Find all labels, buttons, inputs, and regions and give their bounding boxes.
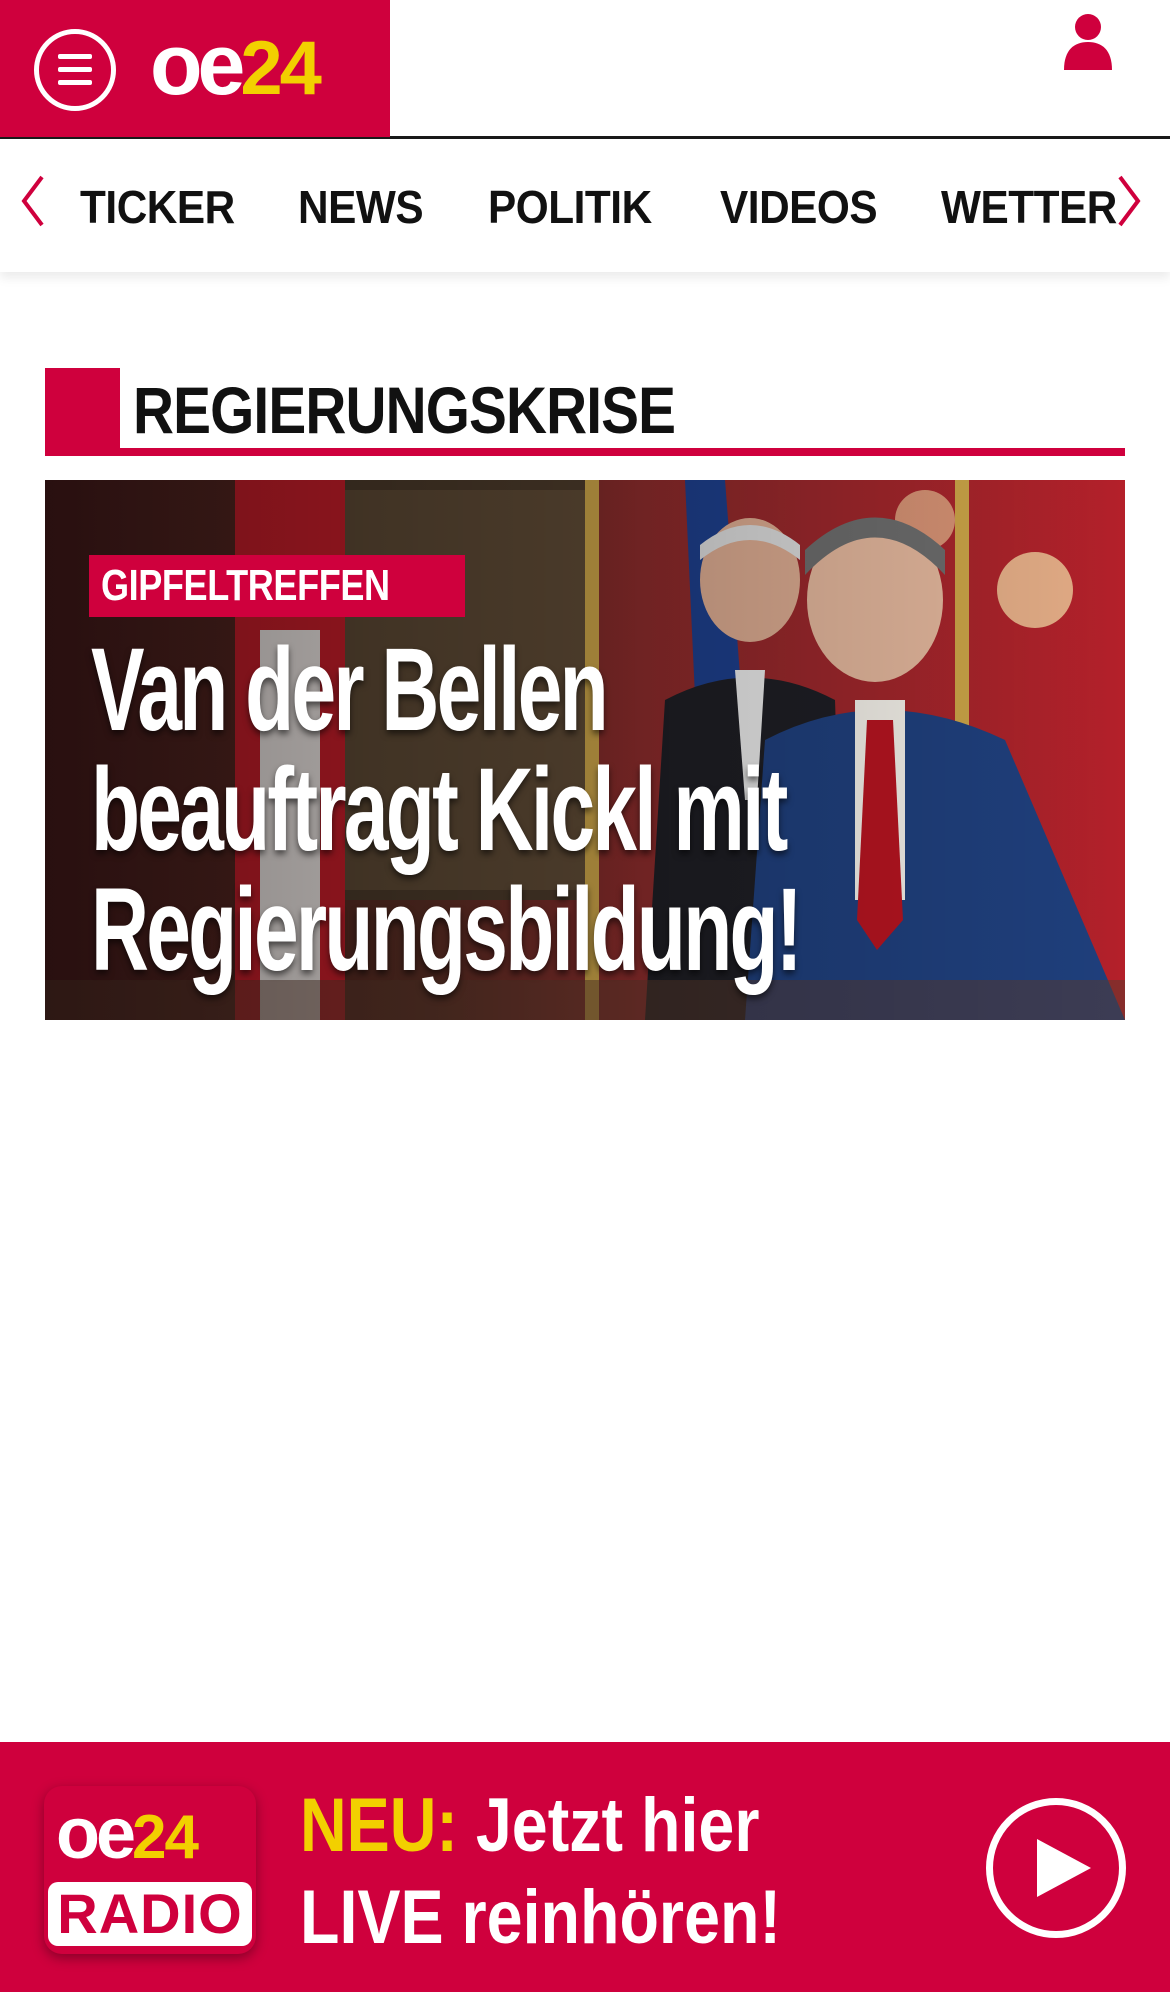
oe24-logo[interactable]: oe 24 xyxy=(150,17,365,113)
radio-logo-oe24: oe24 xyxy=(56,1792,246,1876)
nav-item-news[interactable]: NEWS xyxy=(298,179,424,235)
section-heading[interactable]: REGIERUNGSKRISE xyxy=(45,368,1125,456)
hamburger-menu-icon[interactable] xyxy=(34,29,116,111)
radio-banner-text[interactable]: NEU: Jetzt hier LIVE reinhören! xyxy=(300,1780,866,1964)
logo-oe: oe xyxy=(150,17,245,113)
radio-banner[interactable]: oe24 RADIO NEU: Jetzt hier LIVE reinhöre… xyxy=(0,1742,1170,1992)
nav-item-politik[interactable]: POLITIK xyxy=(488,179,652,235)
radio-logo-word: RADIO xyxy=(48,1882,252,1946)
radio-logo-oe: oe xyxy=(56,1794,136,1874)
section-rule xyxy=(45,448,1125,456)
radio-neu-label: NEU: xyxy=(300,1783,458,1868)
nav-item-videos[interactable]: VIDEOS xyxy=(720,179,878,235)
radio-banner-line-2: LIVE reinhören! xyxy=(300,1875,781,1960)
section-marker xyxy=(45,368,120,456)
nav-item-ticker[interactable]: TICKER xyxy=(80,179,235,235)
headline-line: Regierungsbildung! xyxy=(91,864,803,996)
radio-logo-24: 24 xyxy=(132,1803,199,1872)
chevron-left-icon[interactable] xyxy=(14,171,50,231)
section-title: REGIERUNGSKRISE xyxy=(133,373,676,447)
chevron-right-icon[interactable] xyxy=(1112,171,1148,231)
logo-24: 24 xyxy=(240,26,322,111)
headline-line: Van der Bellen xyxy=(91,624,609,756)
user-icon[interactable] xyxy=(1062,12,1114,72)
category-nav: TICKER NEWS POLITIK VIDEOS WETTER xyxy=(0,139,1170,272)
radio-banner-line-1-rest: Jetzt hier xyxy=(457,1783,760,1868)
lead-article-teaser[interactable]: GIPFELTREFFEN Van der Bellen beauftragt … xyxy=(45,480,1125,1020)
radio-banner-line-1: NEU: Jetzt hier xyxy=(300,1780,781,1872)
headline-line: beauftragt Kickl mit xyxy=(91,744,788,876)
nav-item-wetter[interactable]: WETTER xyxy=(941,179,1117,235)
play-icon[interactable] xyxy=(986,1798,1126,1938)
oe24-radio-logo: oe24 RADIO xyxy=(44,1786,256,1954)
article-headline[interactable]: Van der Bellen beauftragt Kickl mit Regi… xyxy=(91,630,1091,990)
site-header: oe 24 xyxy=(0,0,1170,139)
brand-box: oe 24 xyxy=(0,0,390,137)
article-kicker: GIPFELTREFFEN xyxy=(89,555,466,617)
